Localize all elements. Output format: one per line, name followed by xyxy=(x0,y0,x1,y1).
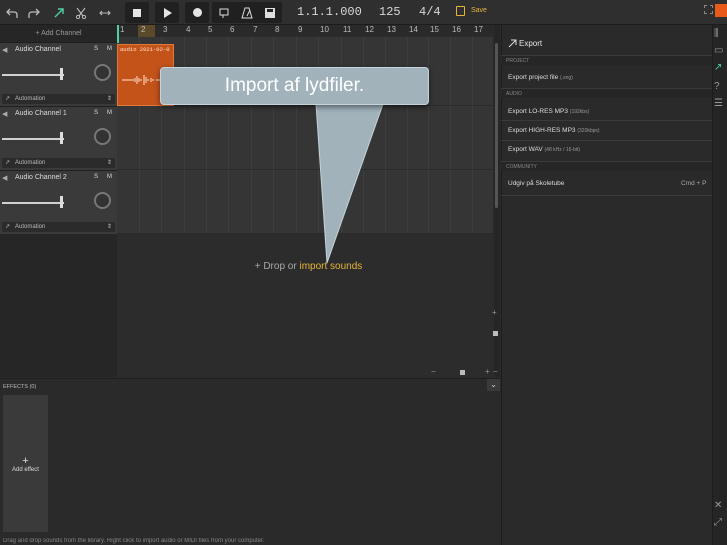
item-detail: (192kbs) xyxy=(569,109,590,115)
callout-text: Import af lydfiler. xyxy=(224,75,365,96)
item-label: Export LO-RES MP3 xyxy=(508,108,568,115)
help-icon[interactable]: ? xyxy=(714,81,720,92)
item-detail: (.sng) xyxy=(560,75,573,81)
callout-annotation: Import af lydfiler. xyxy=(160,67,429,105)
zoom-in-horizontal-button[interactable]: + xyxy=(485,367,490,376)
folder-icon[interactable]: ▭ xyxy=(714,45,723,56)
divider xyxy=(501,120,712,121)
effects-panel xyxy=(0,378,500,545)
add-effect-label: Add effect xyxy=(12,466,39,473)
close-icon[interactable]: ✕ xyxy=(714,500,722,511)
publish-shortcut: Cmd + P xyxy=(681,180,707,187)
divider xyxy=(501,195,712,196)
section-header: PROJECT xyxy=(501,55,712,65)
item-label: Export project file xyxy=(508,74,559,81)
horizontal-zoom-handle[interactable] xyxy=(460,370,465,375)
section-header: AUDIO xyxy=(501,88,712,98)
publish-skoletube-item[interactable]: Udgiv på Skoletube xyxy=(508,180,564,187)
export-panel xyxy=(501,25,712,545)
export-wav-item[interactable]: Export WAV (48 kHz / 16-bit) xyxy=(508,146,580,153)
expand-icon[interactable]: ⤢ xyxy=(714,517,722,528)
plus-icon: + xyxy=(22,454,29,467)
effects-label: EFFECTS (0) xyxy=(3,384,37,390)
export-panel-title: Export xyxy=(519,39,543,48)
zoom-out-vertical-button[interactable]: − xyxy=(493,367,498,376)
zoom-slider-handle[interactable] xyxy=(493,331,498,336)
zoom-out-horizontal-button[interactable]: − xyxy=(431,367,436,376)
export-high-res-mp3-item[interactable]: Export HIGH-RES MP3 (320kbps) xyxy=(508,127,600,134)
item-detail: (320kbps) xyxy=(577,128,600,134)
export-tab-icon[interactable]: ↗ xyxy=(714,62,722,73)
item-detail: (48 kHz / 16-bit) xyxy=(544,147,581,153)
mixer-icon[interactable]: ☰ xyxy=(714,98,723,109)
status-hint: Drag and drop sounds from the library. R… xyxy=(3,538,265,544)
export-lo-res-mp3-item[interactable]: Export LO-RES MP3 (192kbs) xyxy=(508,108,589,115)
add-effect-button[interactable]: + Add effect xyxy=(3,395,48,532)
collapse-effects-button[interactable]: ⌄ xyxy=(487,379,500,391)
item-label: Udgiv på Skoletube xyxy=(508,180,565,187)
scrollbar-thumb[interactable] xyxy=(495,43,498,208)
export-icon xyxy=(508,39,517,48)
section-header: COMMUNITY xyxy=(501,161,712,171)
item-label: Export HIGH-RES MP3 xyxy=(508,127,576,134)
library-icon[interactable]: ⫼ xyxy=(714,28,719,39)
item-label: Export WAV xyxy=(508,146,543,153)
zoom-in-vertical-button[interactable]: + xyxy=(492,308,497,317)
export-project-file-item[interactable]: Export project file (.sng) xyxy=(508,74,573,81)
divider xyxy=(501,140,712,141)
